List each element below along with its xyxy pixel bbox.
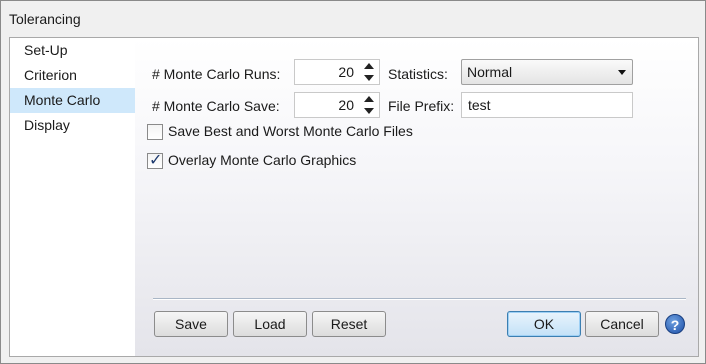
sidebar-item-monte-carlo[interactable]: Monte Carlo xyxy=(10,88,135,113)
save-count-spinbox[interactable]: 20 xyxy=(294,92,380,118)
overlay-graphics-checkbox-row[interactable]: ✓ Overlay Monte Carlo Graphics xyxy=(147,152,387,171)
file-prefix-label: File Prefix: xyxy=(388,98,455,114)
cancel-button[interactable]: Cancel xyxy=(585,311,659,337)
save-button[interactable]: Save xyxy=(154,311,228,337)
spin-arrows-icon[interactable] xyxy=(363,62,375,82)
save-count-value: 20 xyxy=(338,97,354,113)
sidebar: Set-Up Criterion Monte Carlo Display xyxy=(10,38,135,356)
checkmark-icon: ✓ xyxy=(149,152,163,169)
ok-button[interactable]: OK xyxy=(507,311,581,337)
save-best-worst-checkbox-row[interactable]: Save Best and Worst Monte Carlo Files xyxy=(147,123,447,142)
file-prefix-value: test xyxy=(468,97,491,113)
statistics-value: Normal xyxy=(467,64,513,80)
tolerancing-dialog: Tolerancing Set-Up Criterion Monte Carlo… xyxy=(0,0,706,364)
load-button[interactable]: Load xyxy=(233,311,307,337)
chevron-down-icon xyxy=(618,70,626,75)
runs-spinbox[interactable]: 20 xyxy=(294,59,380,85)
runs-label: # Monte Carlo Runs: xyxy=(152,66,281,82)
overlay-graphics-label: Overlay Monte Carlo Graphics xyxy=(168,152,357,168)
sidebar-item-criterion[interactable]: Criterion xyxy=(10,63,135,88)
spin-arrows-icon[interactable] xyxy=(363,95,375,115)
divider xyxy=(153,298,686,300)
save-count-label: # Monte Carlo Save: xyxy=(152,98,280,114)
window-title: Tolerancing xyxy=(9,11,81,27)
help-icon[interactable]: ? xyxy=(665,314,685,334)
save-best-worst-checkbox[interactable] xyxy=(147,124,163,140)
file-prefix-input[interactable]: test xyxy=(461,92,633,118)
save-best-worst-label: Save Best and Worst Monte Carlo Files xyxy=(168,123,413,139)
dialog-client-area: Set-Up Criterion Monte Carlo Display # M… xyxy=(9,37,699,357)
reset-button[interactable]: Reset xyxy=(312,311,386,337)
runs-value: 20 xyxy=(338,64,354,80)
sidebar-item-set-up[interactable]: Set-Up xyxy=(10,38,135,63)
statistics-dropdown[interactable]: Normal xyxy=(461,59,633,85)
statistics-label: Statistics: xyxy=(388,66,448,82)
sidebar-item-display[interactable]: Display xyxy=(10,113,135,138)
overlay-graphics-checkbox[interactable]: ✓ xyxy=(147,152,163,169)
monte-carlo-panel: # Monte Carlo Runs: 20 Statistics: Norma… xyxy=(135,38,698,356)
